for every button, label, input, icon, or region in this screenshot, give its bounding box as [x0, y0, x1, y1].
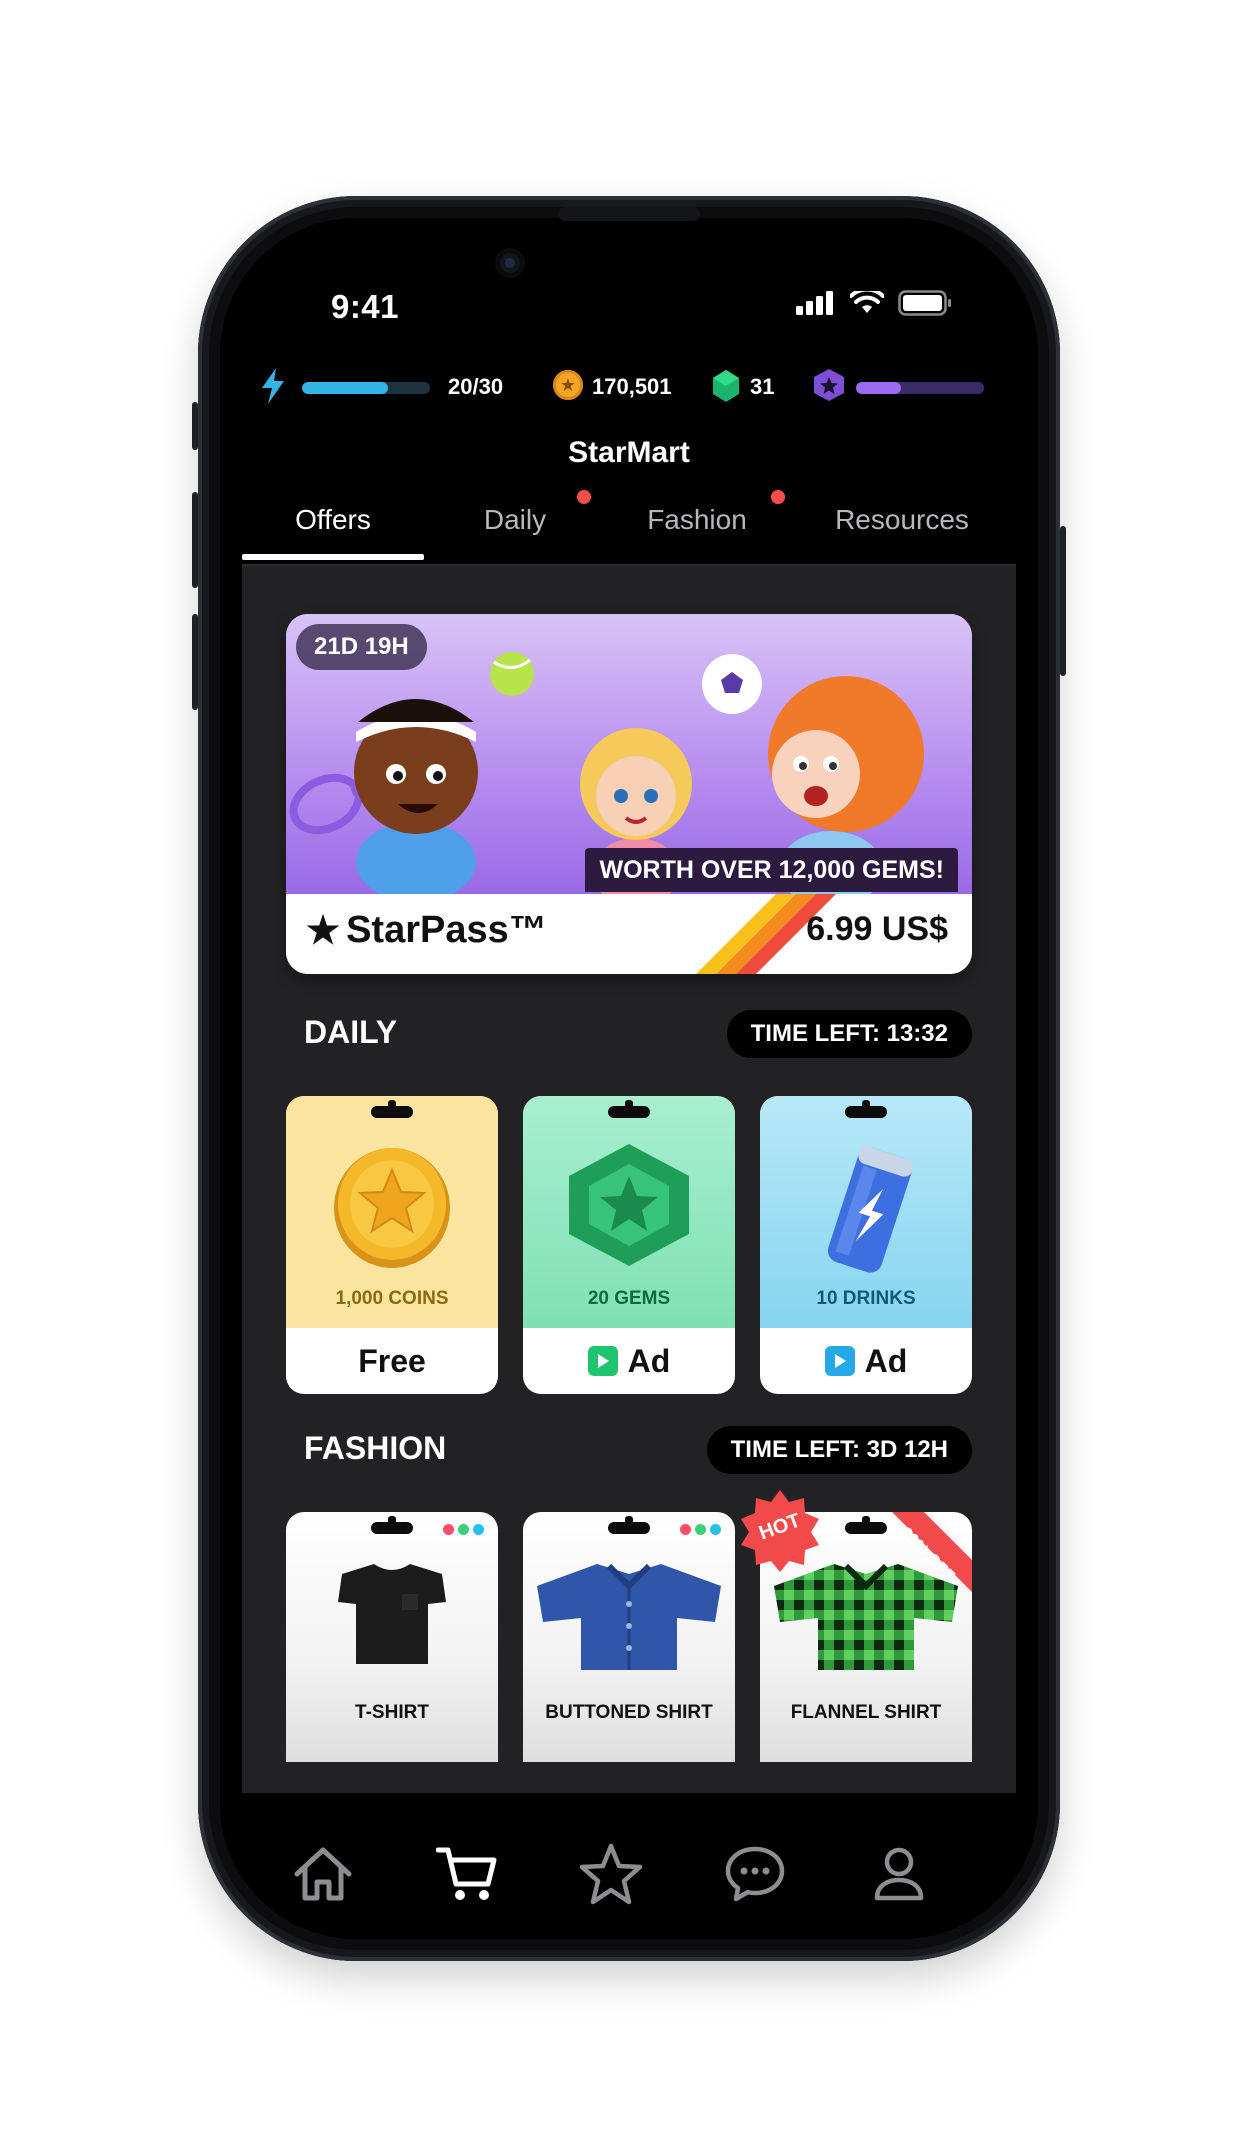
card-label: FLANNEL SHIRT	[790, 1702, 942, 1723]
discount-ribbon	[892, 1512, 972, 1592]
starpass-title: ★ StarPass™	[306, 908, 547, 953]
active-tab-indicator	[242, 554, 424, 560]
daily-card-coins[interactable]: 1,000 COINS Free	[286, 1096, 498, 1394]
notification-dot	[577, 490, 591, 504]
status-icons	[796, 290, 952, 316]
card-hanger	[608, 1516, 650, 1534]
tab-offers[interactable]: Offers	[242, 480, 424, 560]
tab-label: Fashion	[647, 504, 747, 535]
fashion-card-t-shirt[interactable]: T-SHIRT	[286, 1512, 498, 1762]
card-label: 1,000 COINS	[335, 1288, 449, 1309]
daily-card-drinks[interactable]: 10 DRINKS Ad	[760, 1096, 972, 1394]
tab-bar: Offers Daily Fashion Resources	[242, 480, 1016, 560]
lightning-icon	[262, 368, 284, 404]
action-label: Ad	[864, 1342, 908, 1379]
speaker-grille	[558, 207, 700, 221]
card-art: 10 DRINKS	[760, 1096, 972, 1328]
battery-icon	[898, 290, 951, 316]
daily-time-left: TIME LEFT: 13:32	[726, 1010, 972, 1058]
nav-profile[interactable]	[864, 1839, 934, 1909]
worth-label: WORTH OVER 12,000 GEMS!	[585, 848, 958, 892]
screen: 9:41 20/30 ★ 170,501 31 StarMart Offers …	[220, 218, 1038, 1939]
front-camera	[495, 248, 525, 278]
fashion-time-left: TIME LEFT: 3D 12H	[706, 1426, 972, 1474]
card-hanger	[608, 1100, 650, 1118]
play-ad-icon	[587, 1346, 618, 1376]
free-button[interactable]: Free	[286, 1328, 498, 1394]
notification-dot	[771, 490, 785, 504]
rank-progress-bar	[856, 382, 984, 394]
volume-up-button	[192, 492, 198, 588]
energy-progress-fill	[302, 382, 388, 394]
banner-illustration: 21D 19H WORTH OVER 12,000 GEMS!	[286, 614, 972, 894]
nav-home[interactable]	[288, 1839, 358, 1909]
page-title: StarMart	[568, 436, 690, 469]
star-icon: ★	[306, 910, 341, 952]
status-time: 9:41	[330, 288, 400, 325]
tab-label: Resources	[835, 504, 969, 535]
tab-label: Offers	[295, 504, 371, 535]
daily-card-gems[interactable]: 20 GEMS Ad	[523, 1096, 735, 1394]
nav-favorites[interactable]	[576, 1839, 646, 1909]
card-label: 10 DRINKS	[816, 1288, 916, 1309]
star-icon	[579, 1843, 643, 1905]
rank-progress-fill	[856, 382, 901, 394]
starpass-name: StarPass™	[346, 909, 547, 951]
buttoned-shirt-icon	[537, 1563, 721, 1670]
home-icon	[294, 1847, 352, 1901]
resource-bar: 20/30 ★ 170,501 31	[220, 358, 1038, 418]
rank-badge-icon	[814, 369, 844, 401]
coin-icon: ★	[553, 370, 583, 400]
offer-timer-badge: 21D 19H	[296, 624, 427, 670]
card-art: 20 GEMS	[523, 1096, 735, 1328]
action-label: Ad	[627, 1342, 671, 1379]
chat-icon	[725, 1846, 785, 1902]
coins-value: 170,501	[592, 374, 672, 399]
t-shirt-icon	[338, 1564, 446, 1664]
banner-footer: ★ StarPass™ 6.99 US$	[286, 894, 972, 974]
nav-shop[interactable]	[432, 1839, 502, 1909]
cart-icon	[436, 1847, 497, 1900]
fashion-section-title: FASHION	[304, 1430, 447, 1466]
gems-value: 31	[750, 374, 775, 399]
starpass-price[interactable]: 6.99 US$	[806, 910, 948, 949]
energy-progress-bar	[302, 382, 430, 394]
card-label: BUTTONED SHIRT	[545, 1702, 713, 1723]
color-options	[680, 1524, 721, 1535]
action-label: Free	[358, 1342, 426, 1379]
tab-label: Daily	[483, 504, 547, 535]
energy-value: 20/30	[448, 374, 504, 399]
phone-frame: 9:41 20/30 ★ 170,501 31 StarMart Offers …	[192, 196, 1066, 1961]
card-label: T-SHIRT	[355, 1702, 429, 1723]
drink-can-icon	[827, 1146, 914, 1273]
card-hanger	[371, 1100, 413, 1118]
coin-icon	[334, 1148, 450, 1268]
wifi-icon	[850, 291, 884, 313]
starpass-banner[interactable]: 21D 19H WORTH OVER 12,000 GEMS! ★ StarPa…	[286, 614, 972, 974]
bottom-navigation	[220, 1793, 1038, 1939]
watch-ad-button[interactable]: Ad	[523, 1328, 735, 1394]
card-label: 20 GEMS	[587, 1288, 671, 1309]
daily-section-title: DAILY	[304, 1014, 398, 1050]
cellular-signal-icon	[796, 291, 833, 315]
play-ad-icon	[824, 1346, 855, 1376]
tab-fashion[interactable]: Fashion	[606, 480, 788, 560]
nav-chat[interactable]	[720, 1839, 790, 1909]
card-art: 1,000 COINS	[286, 1096, 498, 1328]
card-hanger	[845, 1100, 887, 1118]
watch-ad-button[interactable]: Ad	[760, 1328, 972, 1394]
card-hanger	[371, 1516, 413, 1534]
tab-resources[interactable]: Resources	[788, 480, 1016, 560]
profile-icon	[874, 1847, 924, 1901]
action-button	[192, 402, 198, 450]
fashion-card-buttoned-shirt[interactable]: BUTTONED SHIRT	[523, 1512, 735, 1762]
power-button	[1060, 526, 1066, 676]
shop-content[interactable]: 21D 19H WORTH OVER 12,000 GEMS! ★ StarPa…	[242, 566, 1016, 1793]
gem-icon	[569, 1144, 689, 1266]
color-options	[443, 1524, 484, 1535]
volume-down-button	[192, 614, 198, 710]
gem-icon	[713, 370, 739, 402]
